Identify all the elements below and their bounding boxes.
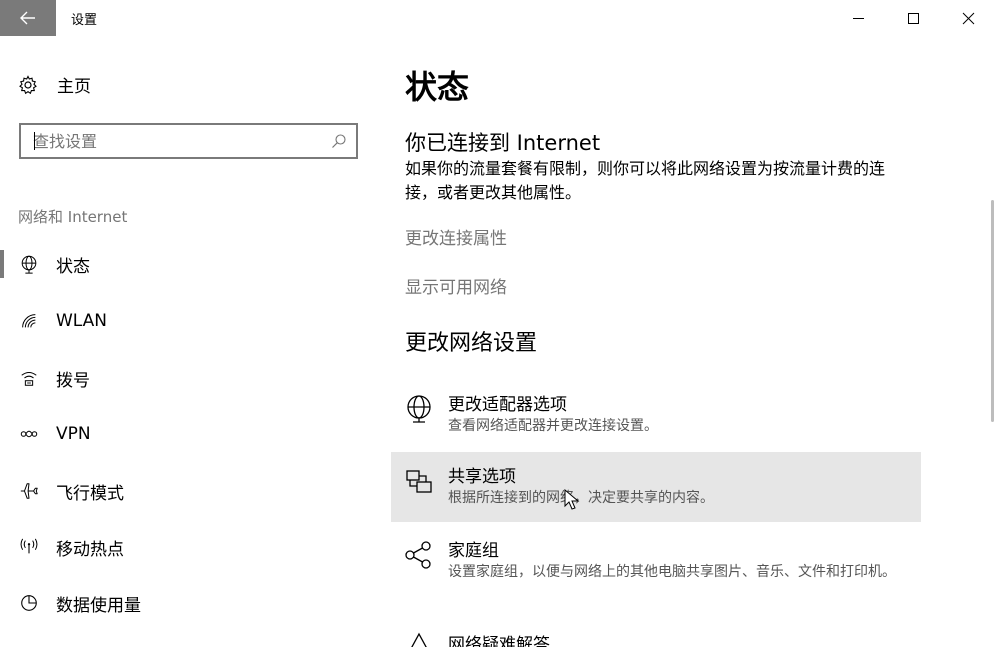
maximize-icon	[907, 12, 919, 24]
adapter-icon	[404, 394, 434, 424]
option-troubleshoot[interactable]: 网络疑难解答	[391, 624, 921, 647]
sidebar-item-wlan[interactable]: WLAN	[0, 299, 380, 343]
sidebar-item-airplane[interactable]: 飞行模式	[0, 469, 380, 513]
maximize-button[interactable]	[886, 0, 940, 36]
window-title: 设置	[71, 13, 98, 28]
back-arrow-icon	[20, 11, 35, 25]
hotspot-icon	[18, 536, 40, 558]
sidebar-item-label: 状态	[56, 256, 90, 277]
back-button[interactable]	[0, 0, 56, 36]
option-description: 查看网络适配器并更改连接设置。	[448, 418, 658, 434]
sidebar-item-hotspot[interactable]: 移动热点	[0, 525, 380, 569]
change-connection-properties-link[interactable]: 更改连接属性	[405, 224, 507, 249]
option-description: 设置家庭组，以便与网络上的其他电脑共享图片、音乐、文件和打印机。	[448, 564, 896, 580]
search-icon[interactable]	[331, 133, 347, 149]
close-icon	[962, 12, 974, 24]
option-description: 根据所连接到的网络，决定要共享的内容。	[448, 490, 714, 506]
search-input[interactable]	[21, 125, 311, 157]
globe-icon	[18, 253, 40, 275]
dialup-icon	[18, 367, 40, 389]
text-caret	[34, 132, 35, 150]
close-button[interactable]	[941, 0, 995, 36]
search-box[interactable]	[19, 123, 358, 159]
vpn-icon	[18, 423, 40, 445]
sidebar-item-data-usage[interactable]: 数据使用量	[0, 581, 380, 625]
option-title: 共享选项	[448, 467, 516, 487]
connection-description: 如果你的流量套餐有限制，则你可以将此网络设置为按流量计费的连接，或者更改其他属性…	[405, 159, 886, 202]
sidebar-item-label: 飞行模式	[56, 483, 124, 504]
option-sharing[interactable]: 共享选项 根据所连接到的网络，决定要共享的内容。	[391, 452, 921, 522]
gear-icon	[18, 74, 38, 95]
option-title: 更改适配器选项	[448, 395, 567, 415]
minimize-icon	[852, 17, 864, 19]
section-label: 网络和 Internet	[18, 208, 128, 226]
airplane-icon	[18, 480, 40, 502]
selection-indicator	[0, 250, 4, 278]
data-usage-icon	[18, 592, 40, 614]
sidebar-item-label: 数据使用量	[56, 595, 141, 616]
option-title: 家庭组	[448, 541, 499, 561]
sidebar-item-label: 移动热点	[56, 539, 124, 560]
minimize-button[interactable]	[831, 0, 885, 36]
home-link[interactable]: 主页	[18, 72, 91, 97]
sidebar-item-label: VPN	[56, 424, 91, 444]
sidebar-item-dialup[interactable]: 拨号	[0, 356, 380, 400]
sidebar-item-label: 拨号	[56, 370, 90, 391]
option-adapter[interactable]: 更改适配器选项 查看网络适配器并更改连接设置。	[391, 380, 921, 450]
page-title: 状态	[405, 68, 470, 106]
connection-heading: 你已连接到 Internet	[405, 131, 601, 155]
sidebar: 主页 网络和 Internet 状态	[0, 36, 380, 647]
wifi-icon	[18, 310, 40, 332]
sidebar-item-vpn[interactable]: VPN	[0, 412, 380, 456]
troubleshoot-icon	[404, 630, 434, 647]
option-homegroup[interactable]: 家庭组 设置家庭组，以便与网络上的其他电脑共享图片、音乐、文件和打印机。	[391, 526, 921, 596]
mouse-cursor-icon	[564, 489, 580, 510]
sharing-icon	[404, 466, 434, 496]
sidebar-item-label: WLAN	[56, 311, 108, 331]
sidebar-item-status[interactable]: 状态	[0, 242, 380, 286]
scrollbar[interactable]	[991, 200, 994, 422]
home-label: 主页	[57, 77, 91, 97]
homegroup-icon	[404, 540, 434, 570]
title-bar: 设置	[0, 0, 1000, 36]
section-heading: 更改网络设置	[405, 331, 538, 356]
option-title: 网络疑难解答	[448, 635, 550, 647]
show-available-networks-link[interactable]: 显示可用网络	[405, 273, 507, 298]
